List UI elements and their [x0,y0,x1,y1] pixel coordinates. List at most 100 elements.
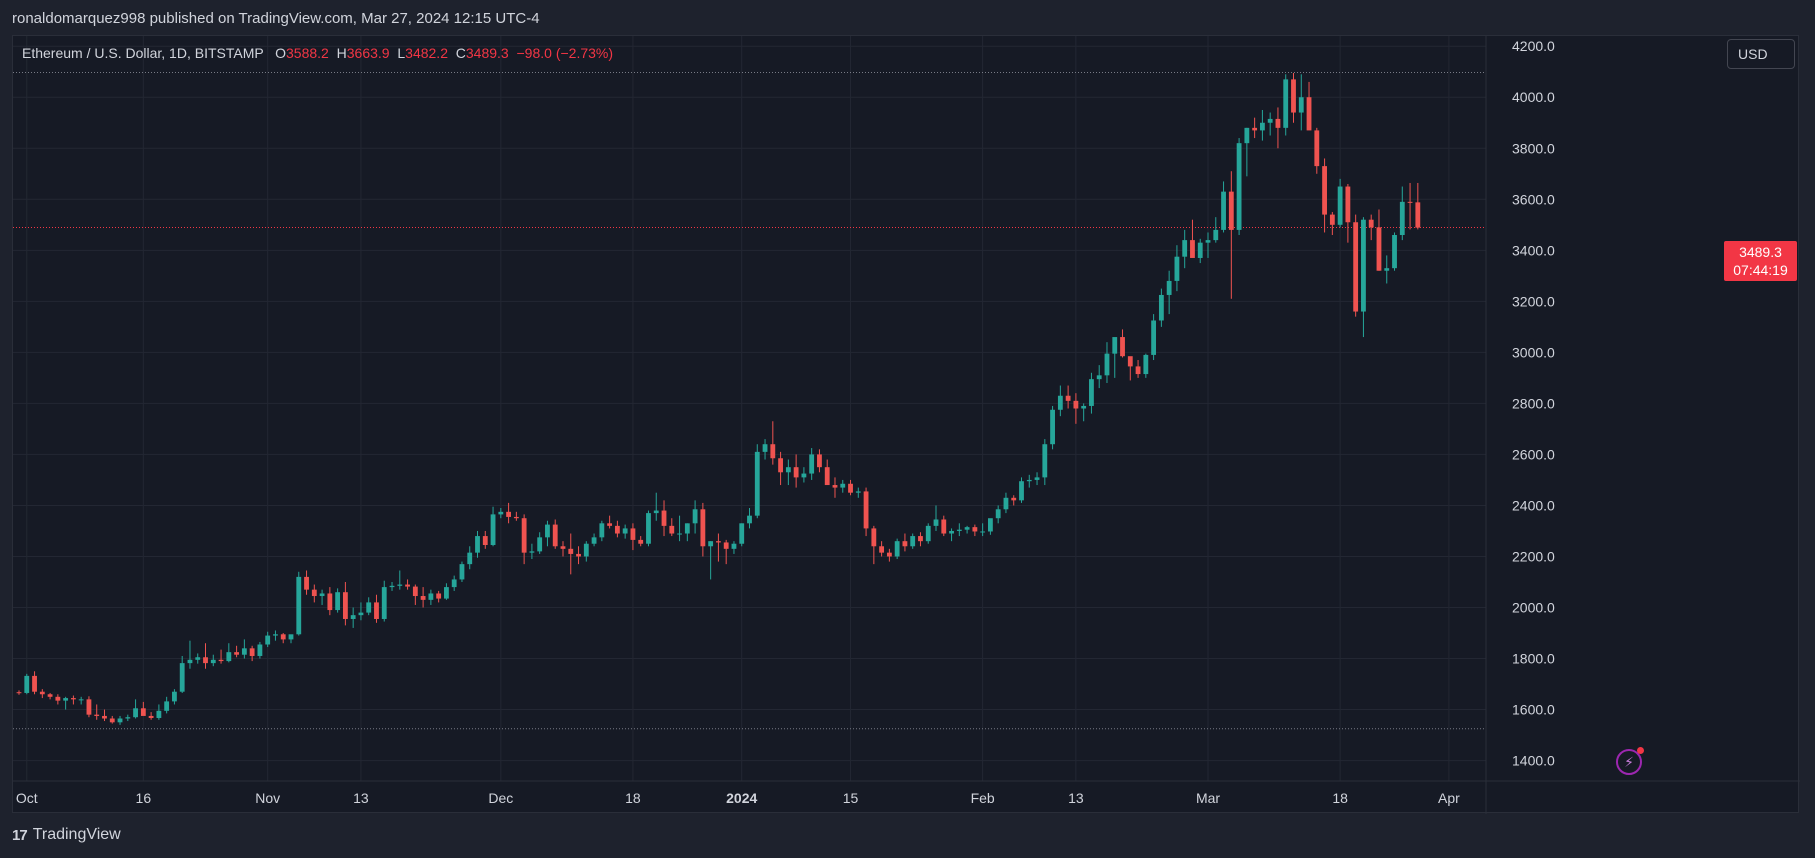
tradingview-mark-icon: 17 [12,826,28,844]
candle-body [879,546,885,553]
candle-body [1073,400,1079,409]
candle-body [195,657,201,660]
candle-body [288,634,294,640]
x-tick-label: 2024 [726,790,757,806]
candle-body [1415,202,1421,228]
candle-body [599,523,605,538]
candle-body [148,715,154,718]
candle-body [817,454,822,468]
y-tick-label: 1800.0 [1512,651,1555,667]
candle-body [273,634,278,636]
y-tick-label: 4000.0 [1512,89,1555,105]
candle-body [78,699,84,701]
tradingview-logo[interactable]: 17 TradingView [12,826,121,844]
candle-body [381,587,387,619]
candle-body [265,635,271,645]
candle-body [1197,242,1203,258]
candle-body [506,511,511,517]
candle-body [327,593,333,611]
low-value: 3482.2 [405,45,448,61]
candle-body [568,548,574,554]
candle-body [358,612,364,616]
candle-body [832,485,838,488]
candle-body [576,553,581,557]
candle-body [451,579,457,588]
candle-body [16,692,22,694]
low-label: L [397,45,406,61]
high-label: H [336,45,347,61]
candle-body [1019,481,1024,501]
y-tick-label: 2800.0 [1512,395,1555,411]
candle-body [482,536,488,545]
candle-body [708,541,714,547]
candle-body [747,515,752,524]
candle-body [1376,227,1382,271]
candle-body [972,527,978,532]
tradingview-brand: TradingView [32,826,121,843]
candle-body [1182,240,1188,257]
candle-body [1003,497,1009,510]
high-value: 3663.9 [346,45,390,61]
candle-body [1042,444,1048,478]
candle-body [140,708,146,716]
candle-body [187,659,193,664]
candle-body [591,537,597,544]
publish-info: ronaldomarquez998 published on TradingVi… [12,10,540,27]
open-value: 3588.2 [286,45,329,61]
candle-body [560,546,566,549]
candle-body [739,523,745,544]
candle-body [342,592,348,619]
candle-body [241,648,247,655]
candle-body [436,593,442,599]
candle-body [1384,268,1390,271]
candle-body [428,593,434,600]
candle-body [24,675,30,693]
candle-body [1392,235,1397,269]
x-tick-label: Nov [255,790,280,806]
candle-body [622,528,628,534]
candle-body [1252,127,1258,131]
currency-button[interactable]: USD [1727,39,1795,69]
candle-body [203,657,208,664]
x-tick-label: 15 [843,790,859,806]
candle-body [311,589,317,597]
candle-body [1151,320,1157,355]
candle-body [420,596,426,600]
candle-body [1081,405,1087,409]
open-label: O [275,45,287,61]
candle-body [55,696,61,701]
candle-body [1205,240,1211,243]
candle-body [296,576,302,635]
candle-body [498,511,504,515]
candle-body [1244,127,1250,144]
y-tick-label: 1400.0 [1512,753,1555,769]
candle-body [692,509,698,524]
candle-body [257,644,263,656]
chart-frame[interactable]: 1400.0 1600.0 1800.0 2000.0 2200.0 2400.0 2600… [12,35,1800,814]
candlestick-chart[interactable]: 1400.0 1600.0 1800.0 2000.0 2200.0 2400.0 2600… [13,36,1800,814]
lightning-icon[interactable]: ⚡ [1616,747,1644,775]
candle-body [1026,479,1032,482]
candle-body [669,525,675,534]
candle-body [1353,222,1359,312]
bar-countdown: 07:44:19 [1733,262,1788,278]
candle-body [964,527,970,530]
candle-body [1096,375,1102,380]
candle-body [179,663,185,692]
candle-body [1236,143,1242,230]
candle-body [521,518,527,553]
candle-body [513,516,519,519]
candle-body [886,552,892,557]
x-tick-label: 13 [353,790,369,806]
y-tick-label: 3000.0 [1512,344,1555,360]
y-tick-label: 3400.0 [1512,242,1555,258]
candle-body [1407,201,1413,203]
candle-body [319,593,325,597]
y-tick-label: 3600.0 [1512,191,1555,207]
candle-body [537,537,543,552]
candle-body [980,531,986,533]
candle-body [1345,186,1351,223]
candle-body [397,584,403,586]
candle-body [918,536,923,542]
candle-body [94,714,100,716]
